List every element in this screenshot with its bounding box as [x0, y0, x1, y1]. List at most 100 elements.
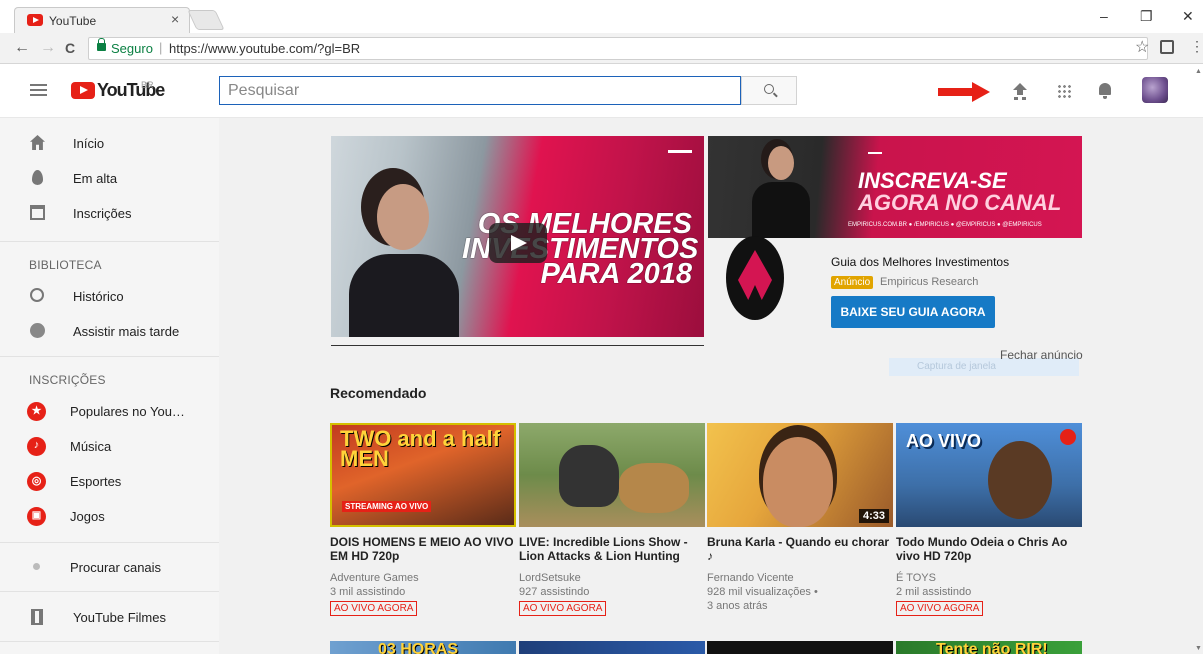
sidebar-divider — [0, 356, 219, 357]
sidebar-item-browse-channels[interactable]: Procurar canais — [0, 550, 219, 584]
thumbnail-text: 03 HORAS — [378, 641, 459, 654]
maximize-icon[interactable]: ❐ — [1140, 8, 1153, 25]
url-text: https://www.youtube.com/?gl=BR — [169, 41, 361, 56]
ad-banner-small-text: EMPIRICUS.COM.BR ● /EMPIRICUS ● @EMPIRIC… — [848, 222, 1042, 228]
sidebar-item-sports[interactable]: Esportes — [0, 464, 219, 498]
sidebar-item-music[interactable]: Música — [0, 429, 219, 463]
ad-video-player[interactable]: OS MELHORES INVESTIMENTOS PARA 2018 — [331, 136, 704, 337]
ad-advertiser[interactable]: Empiricus Research — [880, 276, 978, 288]
video-title[interactable]: Todo Mundo Odeia o Chris Ao vivo HD 720p — [896, 535, 1082, 565]
subscriptions-section-title: INSCRIÇÕES — [29, 373, 106, 387]
sidebar-item-label: Inscrições — [73, 206, 132, 221]
video-card[interactable]: AO VIVO Todo Mundo Odeia o Chris Ao vivo… — [896, 423, 1082, 616]
avatar[interactable] — [1142, 77, 1168, 103]
url-field[interactable]: Seguro | https://www.youtube.com/?gl=BR — [88, 37, 1148, 60]
advertiser-logo[interactable] — [726, 236, 784, 320]
video-title[interactable]: Bruna Karla - Quando eu chorar ♪ — [707, 535, 893, 565]
tab-close-icon[interactable]: × — [171, 11, 179, 27]
browser-tab[interactable]: YouTube × — [14, 7, 190, 33]
sidebar-item-history[interactable]: Histórico — [0, 279, 219, 313]
video-card[interactable]: LIVE: Incredible Lions Show - Lion Attac… — [519, 423, 705, 616]
video-thumbnail[interactable]: 4:33 — [707, 423, 893, 527]
search-input[interactable] — [219, 76, 741, 105]
video-title[interactable]: DOIS HOMENS E MEIO AO VIVO EM HD 720p — [330, 535, 516, 565]
notifications-bell-icon[interactable] — [1099, 83, 1111, 99]
video-channel[interactable]: É TOYS — [896, 572, 1082, 584]
close-ad-link[interactable]: Fechar anúncio — [1000, 348, 1083, 362]
sidebar-item-label: Jogos — [70, 509, 105, 524]
new-tab-button[interactable] — [187, 10, 225, 30]
video-meta: 2 mil assistindo — [896, 586, 972, 598]
tab-title: YouTube — [49, 14, 97, 28]
ad-cta-button[interactable]: BAIXE SEU GUIA AGORA — [831, 296, 995, 328]
sidebar-item-popular[interactable]: Populares no You… — [0, 394, 219, 428]
upload-icon[interactable] — [1013, 83, 1027, 99]
banner-dash — [668, 150, 692, 153]
sidebar-item-subscriptions[interactable]: Inscrições — [0, 196, 219, 230]
window-close-icon[interactable]: ✕ — [1182, 8, 1194, 25]
video-thumbnail-partial[interactable] — [707, 641, 893, 654]
history-icon — [30, 288, 44, 302]
thumbnail-text: AO VIVO — [906, 431, 982, 451]
video-thumbnail-partial[interactable] — [519, 641, 705, 654]
live-badge: AO VIVO AGORA — [330, 601, 418, 616]
thumbnail-lion — [619, 463, 689, 513]
apps-grid-icon[interactable] — [1057, 84, 1071, 98]
video-title[interactable]: LIVE: Incredible Lions Show - Lion Attac… — [519, 535, 705, 565]
bookmark-star-icon[interactable]: ☆ — [1135, 37, 1149, 57]
search-button[interactable] — [741, 76, 797, 105]
thumbnail-text: TWO and a half MEN — [340, 426, 501, 471]
video-thumbnail[interactable]: TWO and a half MEN STREAMING AO VIVO — [330, 423, 516, 527]
sidebar-item-label: Esportes — [70, 474, 122, 489]
ad-banner-line2: AGORA NO CANAL — [858, 190, 1062, 215]
url-separator: | — [159, 40, 163, 55]
video-thumbnail-partial[interactable]: Tente não RIR! — [896, 641, 1082, 654]
video-meta: 928 mil visualizações • — [707, 586, 818, 598]
sidebar-divider — [0, 241, 219, 242]
thumbnail-gorilla — [559, 445, 619, 507]
sidebar-item-label: Início — [73, 136, 105, 151]
video-thumbnail[interactable] — [519, 423, 705, 527]
secure-label: Seguro — [111, 41, 153, 56]
extension-icon[interactable] — [1160, 40, 1174, 54]
banner-dash — [868, 152, 882, 154]
star-icon — [27, 402, 46, 421]
forward-icon[interactable]: → — [40, 39, 56, 57]
sidebar-item-trending[interactable]: Em alta — [0, 161, 219, 195]
main-content: OS MELHORES INVESTIMENTOS PARA 2018 INSC… — [219, 118, 1203, 654]
video-thumbnail-partial[interactable]: 03 HORAS — [330, 641, 516, 654]
video-thumbnail[interactable]: AO VIVO — [896, 423, 1082, 527]
video-channel[interactable]: Adventure Games — [330, 572, 516, 584]
recommended-title: Recomendado — [330, 385, 427, 401]
browser-menu-icon[interactable]: ⋮ — [1190, 38, 1203, 55]
browser-tabstrip: YouTube × – ❐ ✕ — [0, 0, 1203, 33]
games-icon — [27, 507, 46, 526]
ad-title[interactable]: Guia dos Melhores Investimentos — [831, 255, 1009, 269]
video-duration: 4:33 — [858, 509, 889, 523]
thumbnail-face — [988, 441, 1052, 519]
video-channel[interactable]: Fernando Vicente — [707, 572, 893, 584]
sidebar-item-movies[interactable]: YouTube Filmes — [0, 600, 219, 634]
youtube-logo-icon[interactable] — [71, 82, 95, 99]
back-icon[interactable]: ← — [14, 39, 30, 57]
scroll-up-icon[interactable]: ▲ — [1195, 68, 1202, 75]
sidebar-item-label: Música — [70, 439, 112, 454]
video-card[interactable]: TWO and a half MEN STREAMING AO VIVO DOI… — [330, 423, 516, 616]
reload-icon[interactable]: C — [65, 40, 75, 56]
hamburger-menu-icon[interactable] — [30, 84, 47, 96]
ad-banner-image[interactable]: INSCREVA-SE AGORA NO CANAL EMPIRICUS.COM… — [708, 136, 1082, 238]
minimize-icon[interactable]: – — [1100, 8, 1108, 24]
video-channel[interactable]: LordSetsuke — [519, 572, 705, 584]
lock-icon — [97, 38, 106, 51]
sidebar-item-watch-later[interactable]: Assistir mais tarde — [0, 314, 219, 348]
video-card[interactable]: 4:33 Bruna Karla - Quando eu chorar ♪ Fe… — [707, 423, 893, 612]
thumbnail-subtext: STREAMING AO VIVO — [342, 501, 432, 512]
sidebar-item-games[interactable]: Jogos — [0, 499, 219, 533]
sidebar-item-home[interactable]: Início — [0, 126, 219, 160]
youtube-wordmark[interactable]: YouTube — [97, 80, 165, 101]
sidebar-divider — [0, 591, 219, 592]
scroll-down-icon[interactable]: ▼ — [1195, 645, 1202, 652]
play-button-icon[interactable] — [489, 223, 547, 263]
capture-overlay-text: Captura de janela — [917, 361, 996, 372]
ad-banner-line1: INSCREVA-SE — [858, 168, 1007, 193]
